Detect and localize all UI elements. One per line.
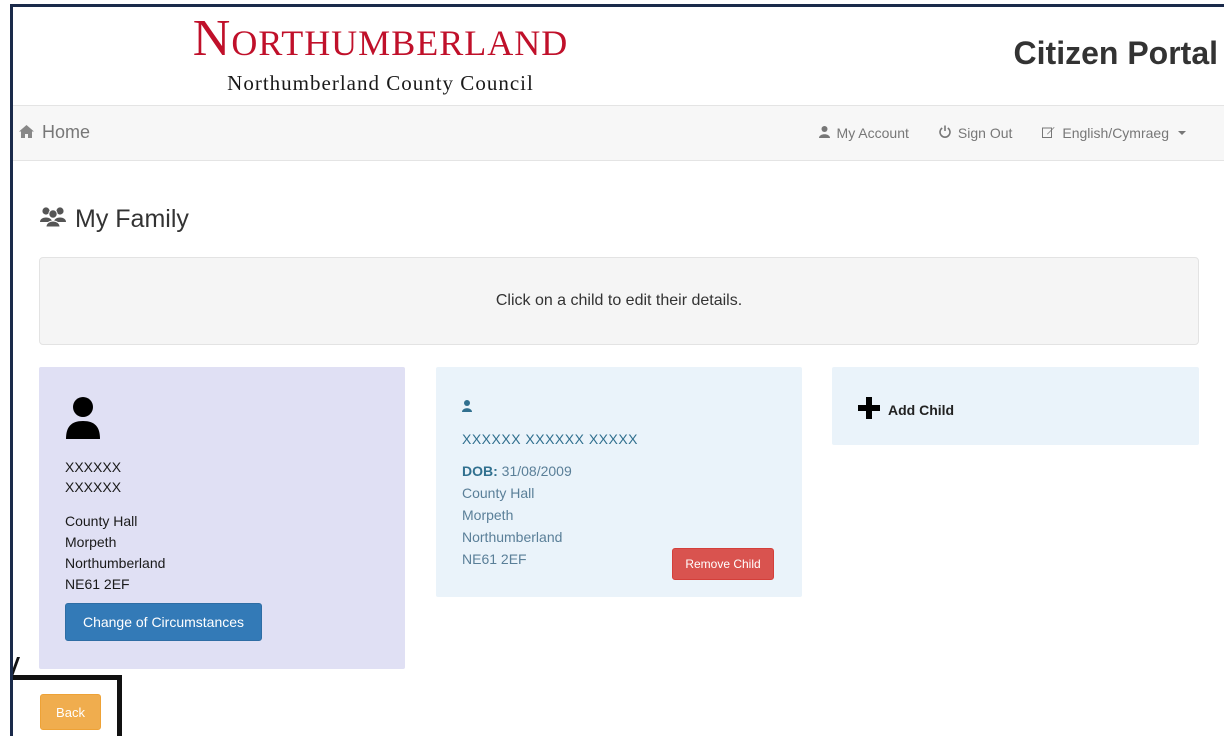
plus-icon	[858, 397, 880, 422]
child-address-line: NE61 2EF	[462, 551, 527, 567]
page-title-text: My Family	[75, 205, 189, 233]
chevron-down-icon	[1178, 131, 1186, 135]
user-icon	[462, 399, 472, 417]
power-icon	[939, 125, 951, 141]
parent-first-name: XXXXXX	[65, 459, 122, 475]
logo-wordmark: Northumberland	[192, 10, 569, 67]
nav-my-account[interactable]: My Account	[818, 125, 909, 141]
home-icon	[19, 124, 34, 141]
user-icon	[65, 397, 101, 444]
child-address-line: Morpeth	[462, 507, 514, 523]
info-message: Click on a child to edit their details.	[39, 257, 1199, 345]
site-header: Northumberland Northumberland County Cou…	[13, 7, 1224, 105]
portal-frame: Northumberland Northumberland County Cou…	[10, 4, 1224, 736]
parent-last-name: XXXXXX	[65, 479, 122, 495]
child-dob-label: DOB:	[462, 463, 498, 479]
info-message-text: Click on a child to edit their details.	[495, 292, 743, 309]
parent-address-line: NE61 2EF	[65, 576, 130, 592]
child-address-line: Northumberland	[462, 529, 563, 545]
nav-sign-out[interactable]: Sign Out	[939, 125, 1012, 141]
council-logo[interactable]: Northumberland Northumberland County Cou…	[168, 9, 593, 96]
nav-language-label: English/Cymraeg	[1062, 125, 1169, 141]
remove-child-button[interactable]: Remove Child	[672, 548, 774, 580]
nav-language-dropdown[interactable]: English/Cymraeg	[1042, 125, 1186, 141]
parent-address-line: Northumberland	[65, 555, 166, 571]
nav-sign-out-label: Sign Out	[957, 125, 1013, 141]
add-child-card[interactable]: Add Child	[832, 367, 1199, 445]
parent-card: XXXXXX XXXXXX County Hall Morpeth Northu…	[39, 367, 405, 669]
add-child-link[interactable]: Add Child	[858, 397, 954, 422]
add-child-label: Add Child	[888, 401, 955, 418]
child-address-line: County Hall	[462, 485, 535, 501]
child-name[interactable]: XXXXXX XXXXXX XXXXX	[462, 431, 638, 447]
users-icon	[39, 205, 67, 234]
back-button[interactable]: Back	[40, 694, 101, 730]
child-dob: DOB: 31/08/2009	[462, 463, 572, 479]
top-navbar: Home My Account Sign Out English/Cymraeg	[13, 105, 1224, 161]
child-card[interactable]: XXXXXX XXXXXX XXXXX DOB: 31/08/2009 Coun…	[436, 367, 802, 597]
logo-subtitle: Northumberland County Council	[227, 71, 534, 95]
page-title: My Family	[39, 205, 189, 234]
nav-home-link[interactable]: Home	[19, 122, 90, 143]
child-dob-value: 31/08/2009	[501, 463, 572, 479]
parent-address-line: County Hall	[65, 513, 138, 529]
nav-my-account-label: My Account	[836, 125, 909, 141]
nav-home-label: Home	[42, 122, 91, 142]
user-icon	[818, 125, 830, 141]
portal-title: Citizen Portal	[1013, 35, 1218, 71]
change-of-circumstances-button[interactable]: Change of Circumstances	[65, 603, 262, 641]
parent-address-line: Morpeth	[65, 534, 117, 550]
edit-icon	[1042, 125, 1055, 141]
